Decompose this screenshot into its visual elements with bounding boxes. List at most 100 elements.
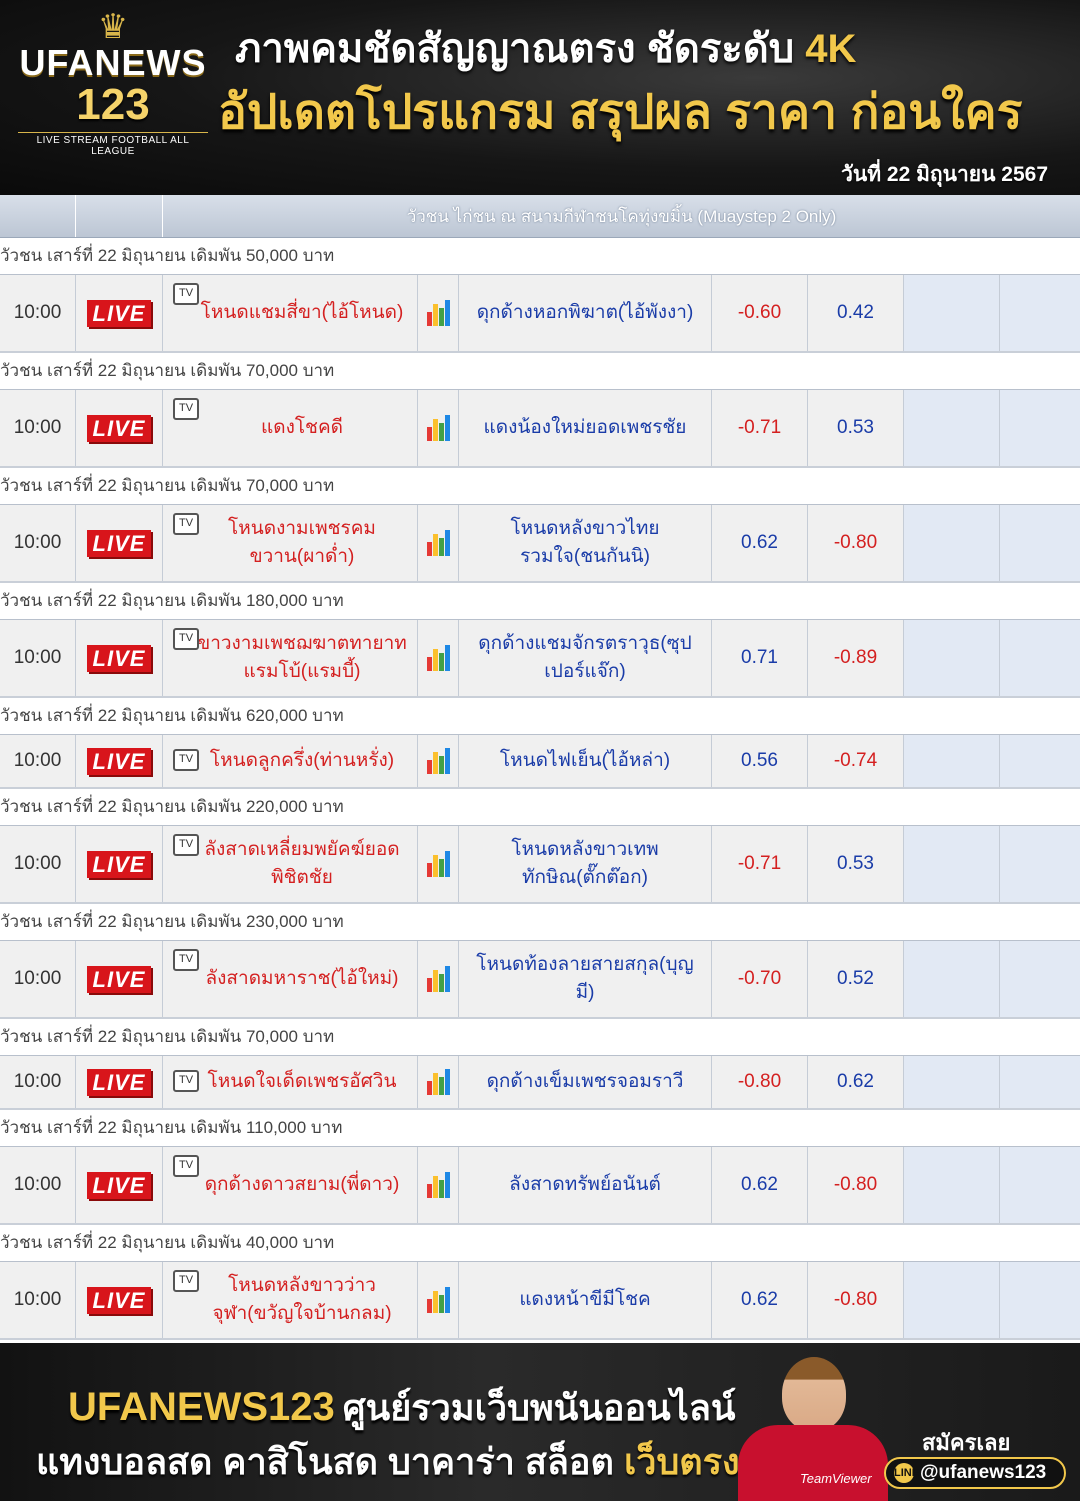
odds-away[interactable]: 0.53 — [808, 826, 904, 902]
stats-cell — [418, 390, 459, 466]
match-row[interactable]: 10:00 LIVE TV โหนดงามเพชรคมขวาน(ผาด่ำ) โหนดห… — [0, 504, 1080, 583]
line-handle-button[interactable]: LINE @ufanews123 — [884, 1457, 1066, 1489]
bar-chart-icon[interactable] — [426, 415, 450, 441]
odds-home[interactable]: -0.70 — [712, 941, 808, 1017]
live-button[interactable]: LIVE — [87, 644, 151, 672]
tv-icon[interactable]: TV — [173, 834, 199, 856]
bar-chart-icon[interactable] — [426, 300, 450, 326]
odds-home[interactable]: 0.71 — [712, 620, 808, 696]
odds-away[interactable]: -0.80 — [808, 505, 904, 581]
bar-chart-icon[interactable] — [426, 530, 450, 556]
live-button[interactable]: LIVE — [87, 965, 151, 993]
empty-odds-cell — [1000, 390, 1080, 466]
home-team-name[interactable]: ลังสาดมหาราช(ไอ้ใหม่) — [206, 965, 399, 993]
match-row[interactable]: 10:00 LIVE TV โหนดลูกครึ่ง(ท่านหรั่ง) โหนดไฟ… — [0, 734, 1080, 789]
bar-chart-icon-bar — [432, 752, 438, 774]
away-team-name[interactable]: แดงหน้าขีมีโชค — [459, 1262, 712, 1338]
bar-chart-icon[interactable] — [426, 645, 450, 671]
live-button[interactable]: LIVE — [87, 299, 151, 327]
live-cell: LIVE — [76, 1262, 163, 1338]
odds-home[interactable]: -0.71 — [712, 826, 808, 902]
match-row[interactable]: 10:00 LIVE TV โหนดใจเด็ดเพชรอัศวิน ดุกด้างเข… — [0, 1055, 1080, 1110]
live-button[interactable]: LIVE — [87, 1171, 151, 1199]
odds-away[interactable]: 0.42 — [808, 275, 904, 351]
match-row[interactable]: 10:00 LIVE TV ลังสาดเหลี่ยมพยัคฆ์ยอดพิชิตชั… — [0, 825, 1080, 904]
home-team-name[interactable]: โหนดหลังขาวว่าวจุฬา(ขวัญใจบ้านกลม) — [197, 1272, 407, 1328]
home-team-name[interactable]: ขาวงามเพชฌฆาตทายาทแรมโบ้(แรมบี้) — [197, 630, 407, 686]
tv-icon[interactable]: TV — [173, 1070, 199, 1092]
match-row[interactable]: 10:00 LIVE TV โหนดแชมสี่ขา(ไอ้โหนด) ดุกด้างห… — [0, 274, 1080, 353]
signup-label[interactable]: สมัครเลย — [922, 1425, 1010, 1460]
home-team-name[interactable]: โหนดลูกครึ่ง(ท่านหรั่ง) — [210, 747, 394, 775]
away-team-name[interactable]: ดุกด้างหอกพิฆาต(ไอ้พังงา) — [459, 275, 712, 351]
home-team-name[interactable]: แดงโชคดี — [261, 414, 343, 442]
tv-icon[interactable]: TV — [173, 628, 199, 650]
live-button[interactable]: LIVE — [87, 850, 151, 878]
bar-chart-icon-bar — [444, 415, 450, 441]
bar-chart-icon[interactable] — [426, 1287, 450, 1313]
bar-chart-icon[interactable] — [426, 1069, 450, 1095]
live-button[interactable]: LIVE — [87, 747, 151, 775]
odds-away[interactable]: -0.80 — [808, 1262, 904, 1338]
home-team-name[interactable]: โหนดงามเพชรคมขวาน(ผาด่ำ) — [197, 515, 407, 571]
odds-home[interactable]: 0.62 — [712, 505, 808, 581]
promo-footer[interactable]: UFANEWS123 ศูนย์รวมเว็บพนันออนไลน์ แทงบอล… — [0, 1343, 1080, 1501]
match-row[interactable]: 10:00 LIVE TV โหนดหลังขาวว่าวจุฬา(ขวัญใจบ้า… — [0, 1261, 1080, 1340]
bar-chart-icon[interactable] — [426, 966, 450, 992]
away-team-name[interactable]: ลังสาดทรัพย์อนันต์ — [459, 1147, 712, 1223]
away-team-name[interactable]: โหนดหลังขาวเทพทักษิณ(ตั๊กต๊อก) — [459, 826, 712, 902]
home-team-name[interactable]: โหนดแชมสี่ขา(ไอ้โหนด) — [201, 299, 404, 327]
away-team-name[interactable]: ดุกด้างแชมจักรตราวุธ(ซุปเปอร์แจ๊ก) — [459, 620, 712, 696]
odds-away[interactable]: 0.62 — [808, 1056, 904, 1108]
tv-icon[interactable]: TV — [173, 398, 199, 420]
odds-home[interactable]: -0.60 — [712, 275, 808, 351]
match-row[interactable]: 10:00 LIVE TV ขาวงามเพชฌฆาตทายาทแรมโบ้(แรมบ… — [0, 619, 1080, 698]
odds-home[interactable]: -0.80 — [712, 1056, 808, 1108]
match-row[interactable]: 10:00 LIVE TV แดงโชคดี แดงน้องใหม่ยอดเพชรชัย… — [0, 389, 1080, 468]
match-time: 10:00 — [0, 941, 76, 1017]
bar-chart-icon[interactable] — [426, 748, 450, 774]
away-team-name[interactable]: โหนดท้องลายสายสกุล(บุญมี) — [459, 941, 712, 1017]
odds-away[interactable]: -0.80 — [808, 1147, 904, 1223]
odds-home[interactable]: -0.71 — [712, 390, 808, 466]
home-team-name[interactable]: ดุกด้างดาวสยาม(พี่ดาว) — [205, 1171, 400, 1199]
tv-icon[interactable]: TV — [173, 1270, 199, 1292]
live-button[interactable]: LIVE — [87, 1286, 151, 1314]
bar-chart-icon-bar — [444, 300, 450, 326]
bar-chart-icon[interactable] — [426, 1172, 450, 1198]
away-team-name[interactable]: แดงน้องใหม่ยอดเพชรชัย — [459, 390, 712, 466]
odds-home[interactable]: 0.62 — [712, 1262, 808, 1338]
live-button[interactable]: LIVE — [87, 529, 151, 557]
bar-chart-icon-bar — [432, 1176, 438, 1198]
bar-chart-icon-bar — [426, 863, 432, 877]
match-row[interactable]: 10:00 LIVE TV ลังสาดมหาราช(ไอ้ใหม่) โหนดท้อง… — [0, 940, 1080, 1019]
tv-icon[interactable]: TV — [173, 1155, 199, 1177]
empty-odds-cell — [904, 275, 1000, 351]
footer-brand: UFANEWS123 ศูนย์รวมเว็บพนันออนไลน์ — [68, 1379, 736, 1436]
odds-away[interactable]: -0.89 — [808, 620, 904, 696]
bar-chart-icon-bar — [426, 1184, 432, 1198]
odds-away[interactable]: 0.52 — [808, 941, 904, 1017]
match-row[interactable]: 10:00 LIVE TV ดุกด้างดาวสยาม(พี่ดาว) ลังสาดท… — [0, 1146, 1080, 1225]
odds-home[interactable]: 0.62 — [712, 1147, 808, 1223]
tv-icon[interactable]: TV — [173, 949, 199, 971]
bar-chart-icon-bar — [432, 304, 438, 326]
live-button[interactable]: LIVE — [87, 414, 151, 442]
away-team-name[interactable]: โหนดไฟเย็น(ไอ้หล่า) — [459, 735, 712, 787]
home-team-cell: TV โหนดหลังขาวว่าวจุฬา(ขวัญใจบ้านกลม) — [163, 1262, 418, 1338]
away-team-name[interactable]: โหนดหลังขาวไทยรวมใจ(ชนกันนิ) — [459, 505, 712, 581]
tv-icon[interactable]: TV — [173, 513, 199, 535]
odds-away[interactable]: -0.74 — [808, 735, 904, 787]
home-team-name[interactable]: โหนดใจเด็ดเพชรอัศวิน — [208, 1068, 397, 1096]
home-team-name[interactable]: ลังสาดเหลี่ยมพยัคฆ์ยอดพิชิตชัย — [197, 836, 407, 892]
home-team-cell: TV ลังสาดเหลี่ยมพยัคฆ์ยอดพิชิตชัย — [163, 826, 418, 902]
live-button[interactable]: LIVE — [87, 1068, 151, 1096]
bar-chart-icon-bar — [432, 534, 438, 556]
odds-away[interactable]: 0.53 — [808, 390, 904, 466]
bar-chart-icon[interactable] — [426, 851, 450, 877]
away-team-name[interactable]: ดุกด้างเข็มเพชรจอมราวี — [459, 1056, 712, 1108]
brand-logo[interactable]: ♛ UFANEWS 123 LIVE STREAM FOOTBALL ALL L… — [18, 10, 208, 185]
odds-home[interactable]: 0.56 — [712, 735, 808, 787]
tv-icon[interactable]: TV — [173, 749, 199, 771]
tv-icon[interactable]: TV — [173, 283, 199, 305]
